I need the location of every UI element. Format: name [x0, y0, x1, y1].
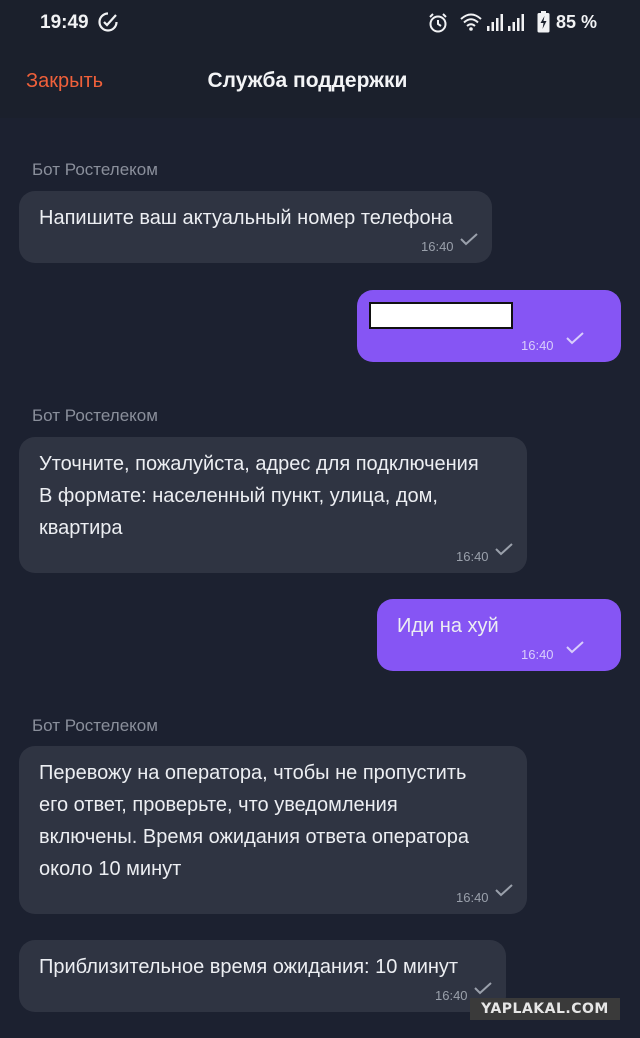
message-time: 16:40: [421, 239, 454, 254]
read-check-icon: [460, 233, 478, 246]
chat-messages[interactable]: Бот Ростелеком Напишите ваш актуальный н…: [0, 118, 640, 1038]
check-circle-icon: [98, 12, 118, 32]
status-time: 19:49: [40, 12, 89, 33]
message-sender: Бот Ростелеком: [32, 160, 158, 179]
message-time: 16:40: [521, 338, 554, 353]
bot-message: Приблизительное время ожидания: 10 минут…: [19, 940, 506, 1012]
alarm-icon: [429, 13, 447, 33]
message-text: Иди на хуй: [397, 615, 499, 637]
read-check-icon: [566, 332, 584, 345]
message-time: 16:40: [435, 988, 468, 1003]
read-check-icon: [474, 982, 492, 995]
message-sender: Бот Ростелеком: [32, 406, 158, 425]
battery-percent: 85 %: [556, 12, 598, 32]
signal-icon: [487, 14, 503, 31]
message-text: Приблизительное время ожидания: 10 минут: [39, 956, 459, 978]
read-check-icon: [495, 543, 513, 556]
signal-icon: [508, 14, 524, 31]
watermark: YAPLAKAL.COM: [470, 998, 620, 1020]
redacted-phone: [369, 302, 513, 329]
read-check-icon: [566, 641, 584, 654]
status-bar: 19:49 85 %: [0, 0, 640, 46]
message-time: 16:40: [456, 890, 489, 905]
bot-message: Уточните, пожалуйста, адрес для подключе…: [19, 437, 527, 573]
wifi-icon: [460, 13, 482, 31]
message-time: 16:40: [521, 647, 554, 662]
battery-charging-icon: [537, 11, 550, 33]
message-sender: Бот Ростелеком: [32, 716, 158, 735]
message-time: 16:40: [456, 549, 489, 564]
page-title: Служба поддержки: [207, 69, 408, 92]
user-message: Иди на хуй 16:40: [377, 599, 621, 671]
user-message: 16:40: [357, 290, 621, 362]
message-text: Уточните, пожалуйста, адрес для подключе…: [39, 453, 479, 539]
chat-header: Закрыть Служба поддержки: [0, 46, 640, 118]
bot-message: Перевожу на оператора, чтобы не пропусти…: [19, 746, 527, 914]
bot-message: Напишите ваш актуальный номер телефона 1…: [19, 191, 492, 263]
message-text: Напишите ваш актуальный номер телефона: [39, 207, 453, 229]
read-check-icon: [495, 884, 513, 897]
message-text: Перевожу на оператора, чтобы не пропусти…: [39, 762, 469, 880]
